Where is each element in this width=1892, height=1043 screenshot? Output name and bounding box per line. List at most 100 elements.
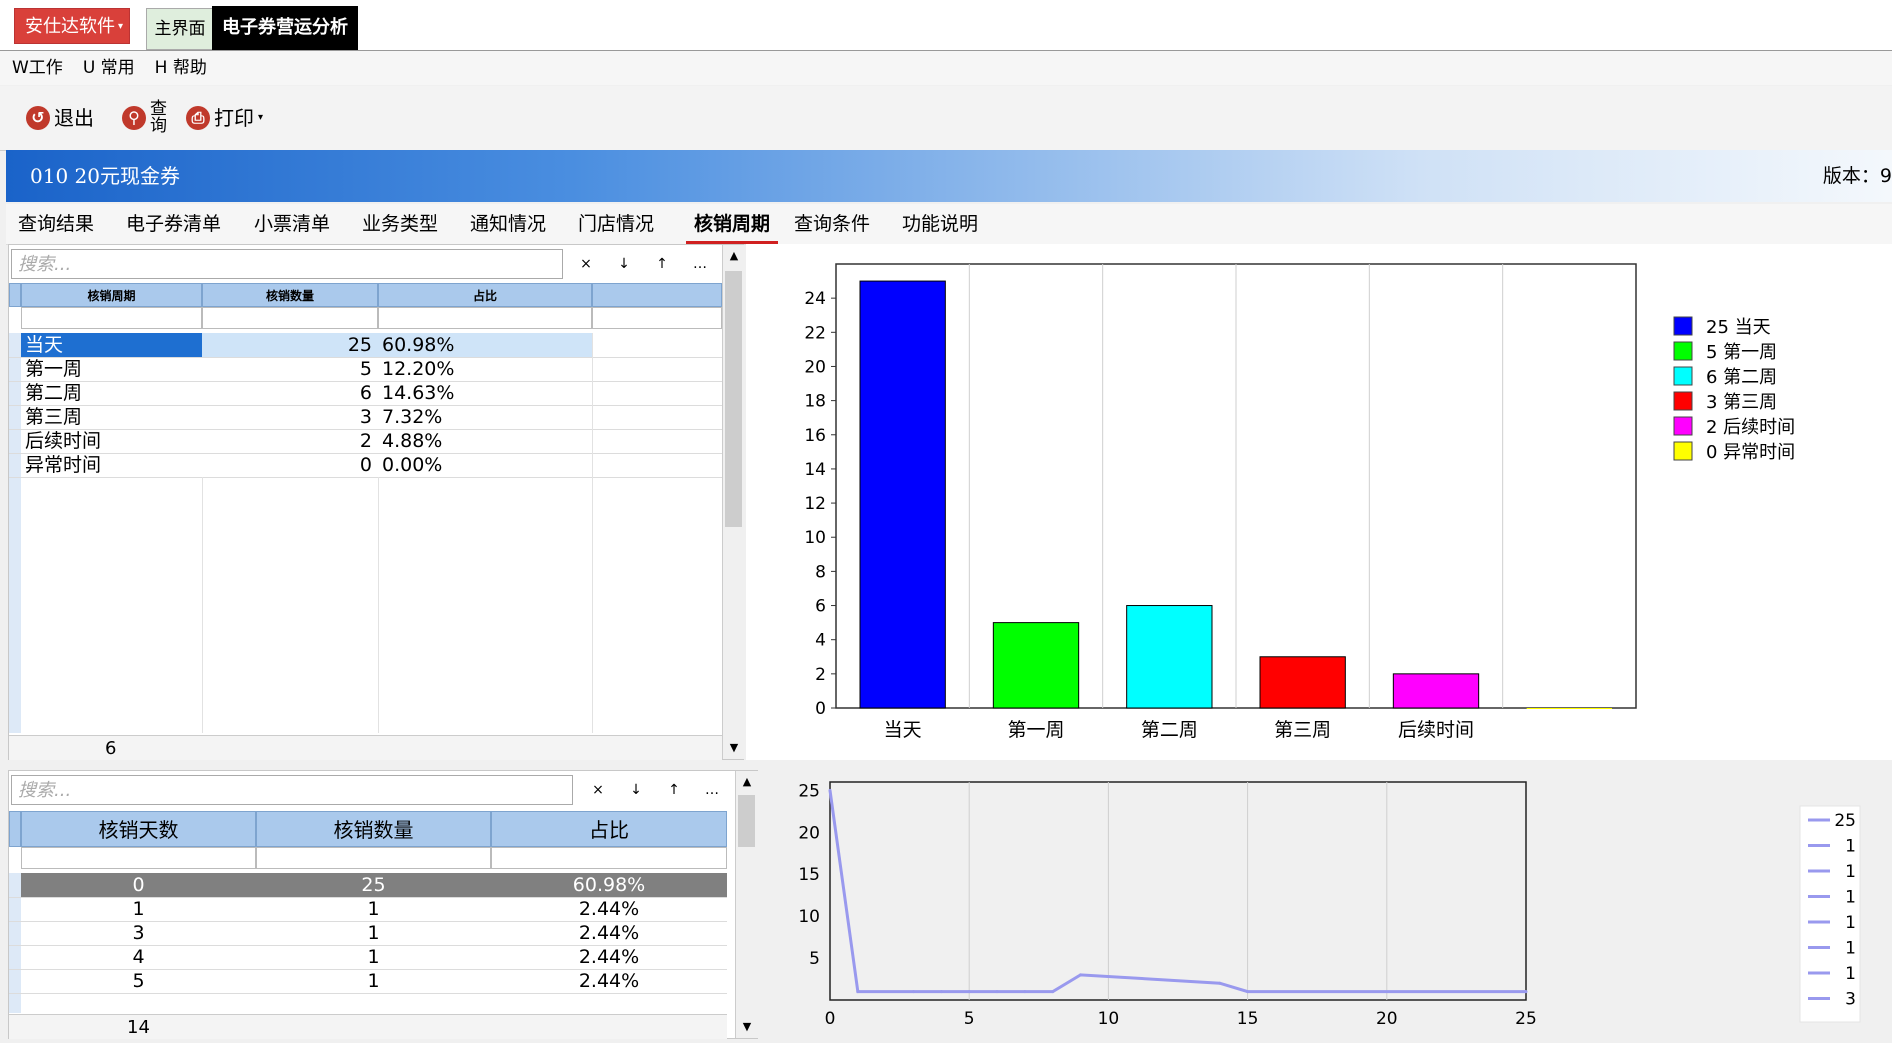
scroll-down-icon[interactable]: ▼ bbox=[723, 737, 745, 759]
cell-ratio: 2.44% bbox=[578, 922, 640, 944]
scroll-up-icon[interactable]: ▲ bbox=[723, 245, 745, 267]
data-point bbox=[939, 990, 943, 994]
legend-label: 1 bbox=[1845, 939, 1856, 959]
cell-ratio: 4.88% bbox=[382, 430, 443, 452]
table-row[interactable]: 第一周 5 12.20% bbox=[9, 357, 722, 382]
menu-work[interactable]: W工作 bbox=[12, 58, 63, 78]
arrow-down-icon[interactable]: ↓ bbox=[607, 249, 641, 279]
column-header-cycle[interactable]: 核销周期 bbox=[21, 283, 202, 307]
table-row[interactable]: 0 25 60.98% bbox=[9, 873, 727, 898]
legend-label: 5 第一周 bbox=[1706, 342, 1777, 363]
menu-help[interactable]: H 帮助 bbox=[155, 58, 207, 78]
table-row[interactable]: 异常时间 0 0.00% bbox=[9, 453, 722, 478]
line-chart: 0 5 10 15 20 25 5 10 15 20 25 25 1 1 1 1 1 1 3 bbox=[798, 781, 1861, 1029]
filter-cell-cycle[interactable] bbox=[21, 307, 202, 329]
legend-label: 3 bbox=[1845, 990, 1856, 1010]
arrow-up-icon[interactable]: ↑ bbox=[645, 249, 679, 279]
scroll-up-icon[interactable]: ▲ bbox=[736, 771, 758, 793]
data-point bbox=[1218, 981, 1222, 985]
scrollbar-thumb[interactable] bbox=[738, 795, 755, 847]
cell-count: 6 bbox=[359, 382, 372, 404]
more-icon[interactable]: … bbox=[683, 249, 717, 279]
bar-chart: 024681012141618202224当天 第一周 第二周 第三周 后续时间25 当… bbox=[804, 263, 1795, 741]
data-point bbox=[995, 990, 999, 994]
printer-icon: ⎙ bbox=[186, 106, 210, 130]
arrow-up-icon[interactable]: ↑ bbox=[657, 775, 691, 805]
legend-label: 1 bbox=[1845, 837, 1856, 857]
column-header-count[interactable]: 核销数量 bbox=[256, 811, 491, 847]
table-row[interactable]: 5 1 2.44% bbox=[9, 969, 727, 994]
top-grid-scrollbar[interactable]: ▲ ▼ bbox=[722, 245, 745, 759]
chevron-down-icon: ▾ bbox=[258, 112, 264, 123]
legend-label: 3 第三周 bbox=[1706, 392, 1777, 413]
line-chart-panel: 0 5 10 15 20 25 5 10 15 20 25 25 1 1 1 1 1 1 3 bbox=[760, 770, 1892, 1039]
filter-cell-days[interactable] bbox=[21, 847, 256, 869]
more-icon[interactable]: … bbox=[695, 775, 729, 805]
tab-query-results[interactable]: 查询结果 bbox=[18, 204, 94, 244]
filter-cell-ratio[interactable] bbox=[491, 847, 727, 869]
y-tick-label: 12 bbox=[804, 494, 826, 514]
x-tick-label: 后续时间 bbox=[1398, 719, 1474, 741]
x-tick-label: 5 bbox=[964, 1009, 975, 1029]
tab-store[interactable]: 门店情况 bbox=[578, 204, 654, 244]
filter-cell-empty[interactable] bbox=[592, 307, 722, 329]
table-row[interactable]: 第三周 3 7.32% bbox=[9, 405, 722, 430]
tab-strip: 查询结果 电子券清单 小票清单 业务类型 通知情况 门店情况 核销周期 查询条件… bbox=[6, 204, 1892, 245]
y-tick-label: 25 bbox=[798, 781, 820, 801]
menu-common[interactable]: U 常用 bbox=[83, 58, 135, 78]
y-tick-label: 16 bbox=[804, 426, 826, 446]
row-indicator-header bbox=[9, 811, 21, 847]
tab-main-screen[interactable]: 主界面 bbox=[146, 8, 214, 50]
table-row[interactable]: 当天 25 60.98% bbox=[9, 333, 722, 358]
legend-label: 25 bbox=[1834, 811, 1856, 831]
clear-icon[interactable]: × bbox=[569, 249, 603, 279]
tab-function-description[interactable]: 功能说明 bbox=[902, 204, 978, 244]
bottom-grid-scrollbar[interactable]: ▲ ▼ bbox=[735, 771, 758, 1038]
bottom-grid-panel: 搜索... × ↓ ↑ … 核销天数 核销数量 占比 0 25 60.98% 1… bbox=[8, 770, 758, 1039]
y-tick-label: 6 bbox=[815, 597, 826, 617]
tab-redemption-cycle[interactable]: 核销周期 bbox=[686, 204, 779, 244]
column-header-ratio[interactable]: 占比 bbox=[378, 283, 592, 307]
bar bbox=[1259, 656, 1346, 709]
column-header-ratio[interactable]: 占比 bbox=[491, 811, 727, 847]
legend-swatch bbox=[1673, 416, 1693, 436]
cell-ratio: 2.44% bbox=[578, 898, 640, 920]
table-row[interactable]: 3 1 2.44% bbox=[9, 921, 727, 946]
filter-cell-count[interactable] bbox=[256, 847, 491, 869]
legend-label: 1 bbox=[1845, 913, 1856, 933]
y-tick-label: 24 bbox=[804, 289, 826, 309]
scrollbar-thumb[interactable] bbox=[725, 271, 742, 527]
cell-count: 0 bbox=[359, 454, 372, 476]
clear-icon[interactable]: × bbox=[581, 775, 615, 805]
arrow-down-icon[interactable]: ↓ bbox=[619, 775, 653, 805]
bottom-search-input[interactable]: 搜索... bbox=[11, 775, 573, 805]
page-title: 010 20元现金券 bbox=[30, 164, 180, 188]
print-button[interactable]: ⎙ 打印 ▾ bbox=[186, 98, 263, 138]
tab-coupon-analysis[interactable]: 电子券营运分析 bbox=[212, 6, 358, 50]
y-tick-label: 5 bbox=[809, 949, 820, 969]
exit-button[interactable]: ↺ 退出 bbox=[26, 98, 94, 138]
tab-coupon-list[interactable]: 电子券清单 bbox=[126, 204, 221, 244]
table-row[interactable]: 后续时间 2 4.88% bbox=[9, 429, 722, 454]
bar bbox=[1526, 708, 1612, 709]
tab-notification[interactable]: 通知情况 bbox=[470, 204, 546, 244]
bar bbox=[1392, 673, 1480, 709]
tab-query-conditions[interactable]: 查询条件 bbox=[794, 204, 870, 244]
filter-cell-ratio[interactable] bbox=[378, 307, 592, 329]
filter-cell-count[interactable] bbox=[202, 307, 378, 329]
table-row[interactable]: 第二周 6 14.63% bbox=[9, 381, 722, 406]
brand-menu-button[interactable]: 安仕达软件 ▾ bbox=[14, 8, 130, 44]
tab-business-type[interactable]: 业务类型 bbox=[362, 204, 438, 244]
top-search-input[interactable]: 搜索... bbox=[11, 249, 563, 279]
tab-receipt-list[interactable]: 小票清单 bbox=[254, 204, 330, 244]
column-header-days[interactable]: 核销天数 bbox=[21, 811, 256, 847]
top-grid-panel: 搜索... × ↓ ↑ … 核销周期 核销数量 占比 当天 25 60.98% … bbox=[8, 244, 745, 760]
query-button[interactable]: ⚲ 查 询 bbox=[122, 98, 167, 138]
column-header-count[interactable]: 核销数量 bbox=[202, 283, 378, 307]
scroll-down-icon[interactable]: ▼ bbox=[736, 1016, 758, 1038]
x-tick-label: 第一周 bbox=[1007, 719, 1064, 741]
table-row[interactable]: 4 1 2.44% bbox=[9, 945, 727, 970]
plot-area bbox=[829, 781, 1527, 1001]
table-row[interactable]: 1 1 2.44% bbox=[9, 897, 727, 922]
cell-cycle: 异常时间 bbox=[25, 454, 102, 476]
